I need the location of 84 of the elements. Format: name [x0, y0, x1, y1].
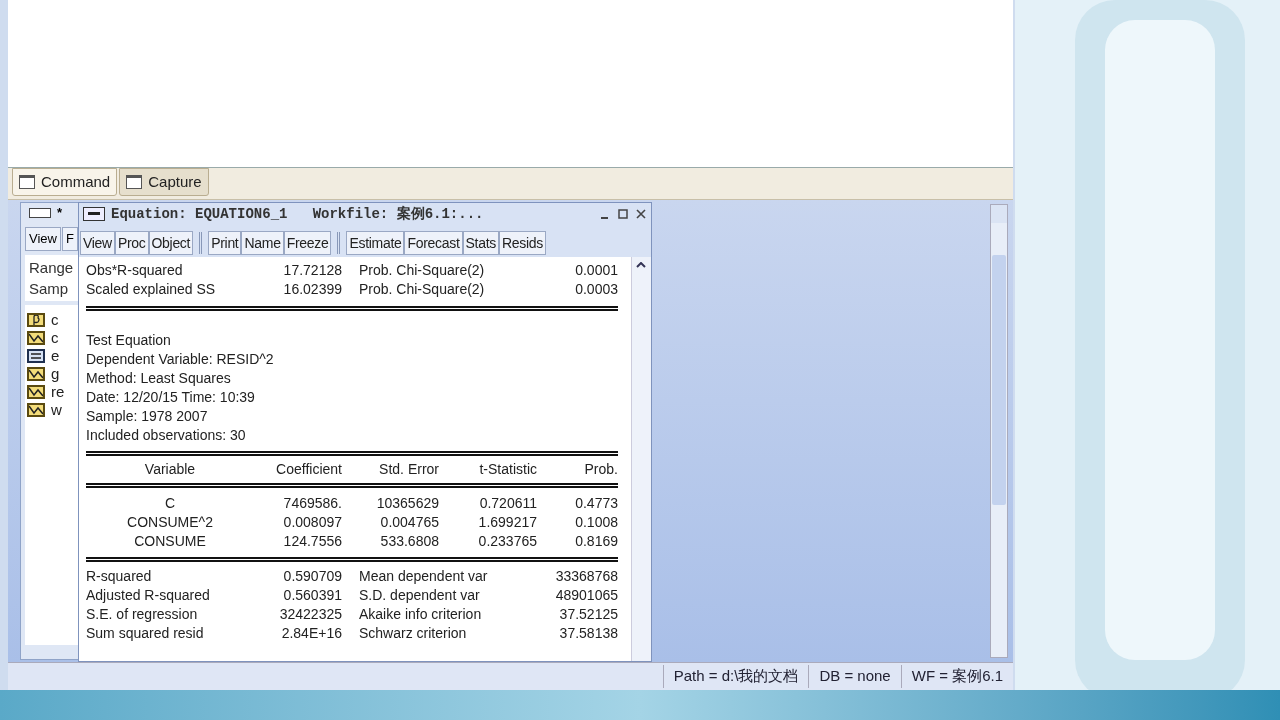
stat-value: 16.02399 — [282, 280, 342, 299]
stat-label: S.D. dependent var — [358, 586, 481, 605]
column-header: t-Statistic — [478, 460, 537, 479]
stat-label: Scaled explained SS — [86, 280, 217, 299]
table-cell-text: 0.4773 — [574, 494, 618, 513]
stat-value: 17.72128 — [282, 261, 342, 280]
stat-label: R-squared — [86, 567, 153, 586]
window-icon — [83, 207, 105, 221]
close-icon[interactable] — [635, 208, 647, 220]
stat-label: Obs*R-squared — [86, 261, 184, 280]
stat-value: 37.58138 — [558, 624, 618, 643]
header-line: Included observations: 30 — [86, 426, 247, 445]
toolbar-button[interactable]: View — [80, 231, 115, 255]
window-icon — [126, 175, 143, 189]
toolbar-button[interactable]: F — [61, 227, 78, 251]
line-graph-icon — [27, 403, 45, 417]
tab[interactable]: Capture — [119, 168, 209, 196]
line-graph-icon — [27, 385, 45, 399]
stat-label: Mean dependent var — [358, 567, 489, 586]
scrollbar[interactable] — [631, 257, 651, 661]
stat-label: S.E. of regression — [86, 605, 199, 624]
status-text: DB = none — [808, 665, 901, 688]
header-line: Date: 12/20/15 Time: 10:39 — [86, 388, 256, 407]
status-text: Path = d:\我的文档 — [662, 665, 809, 688]
table-cell-text: 0.008097 — [282, 513, 342, 532]
toolbar-button[interactable]: Object — [148, 231, 194, 255]
toolbar-button[interactable]: Estimate — [346, 231, 405, 255]
table-cell-text: 0.1008 — [574, 513, 618, 532]
line-graph-icon — [27, 331, 45, 345]
toolbar-button[interactable]: Resids — [498, 231, 546, 255]
object-name[interactable]: w — [51, 398, 62, 422]
table-cell-text: CONSUME^2 — [126, 513, 214, 532]
status-text: WF = 案例6.1 — [900, 665, 1013, 688]
stat-label: Prob. Chi-Square(2) — [358, 280, 486, 299]
toolbar-button[interactable]: Forecast — [404, 231, 463, 255]
stat-value: 0.560391 — [282, 586, 342, 605]
stat-label: Adjusted R-squared — [86, 586, 211, 605]
scrollbar[interactable] — [990, 204, 1008, 658]
header-line: Test Equation — [86, 331, 172, 350]
table-cell-text: 533.6808 — [379, 532, 439, 551]
stat-value: 0.0001 — [574, 261, 618, 280]
column-header: Std. Error — [378, 460, 439, 479]
table-cell-text: 0.8169 — [574, 532, 618, 551]
window-icon — [19, 175, 35, 189]
table-cell-text: 0.233765 — [477, 532, 537, 551]
stat-value: 2.84E+16 — [280, 624, 342, 643]
table-cell-text: CONSUME — [133, 532, 207, 551]
header-line: Dependent Variable: RESID^2 — [86, 350, 275, 369]
beta-icon — [27, 313, 45, 327]
equals-icon — [27, 349, 45, 363]
column-header: Coefficient — [275, 460, 342, 479]
stat-value: 32422325 — [278, 605, 342, 624]
tab[interactable]: Command — [12, 168, 118, 196]
column-header: Prob. — [583, 460, 618, 479]
stat-label: Schwarz criterion — [358, 624, 468, 643]
stat-value: 48901065 — [554, 586, 618, 605]
toolbar-button[interactable]: Proc — [114, 231, 149, 255]
window-title: * — [57, 204, 63, 223]
table-cell-text: 10365629 — [375, 494, 439, 513]
stat-value: 33368768 — [554, 567, 618, 586]
stat-label: Sum squared resid — [86, 624, 205, 643]
stat-label: Prob. Chi-Square(2) — [358, 261, 486, 280]
toolbar-button[interactable]: Freeze — [283, 231, 332, 255]
header-line: Method: Least Squares — [86, 369, 232, 388]
line-graph-icon — [27, 367, 45, 381]
window-icon — [29, 208, 51, 218]
stat-value: 37.52125 — [558, 605, 618, 624]
toolbar-button[interactable]: View — [25, 227, 61, 251]
toolbar-button[interactable]: Stats — [462, 231, 499, 255]
toolbar-button[interactable]: Print — [208, 231, 242, 255]
column-header: Variable — [143, 460, 197, 479]
table-cell-text: 1.699217 — [477, 513, 537, 532]
stat-label: Akaike info criterion — [358, 605, 483, 624]
window-title: Equation: EQUATION6_1 Workfile: 案例6.1:... — [111, 204, 485, 224]
stat-value: 0.590709 — [282, 567, 342, 586]
toolbar-button[interactable]: Name — [241, 231, 284, 255]
table-cell-text: 7469586. — [282, 494, 342, 513]
table-cell-text: C — [163, 494, 177, 513]
maximize-icon[interactable] — [617, 208, 629, 220]
header-line: Sample: 1978 2007 — [86, 407, 209, 426]
stat-value: 0.0003 — [574, 280, 618, 299]
table-cell-text: 0.720611 — [478, 494, 537, 513]
table-cell-text: 0.004765 — [379, 513, 439, 532]
table-cell-text: 124.7556 — [282, 532, 342, 551]
